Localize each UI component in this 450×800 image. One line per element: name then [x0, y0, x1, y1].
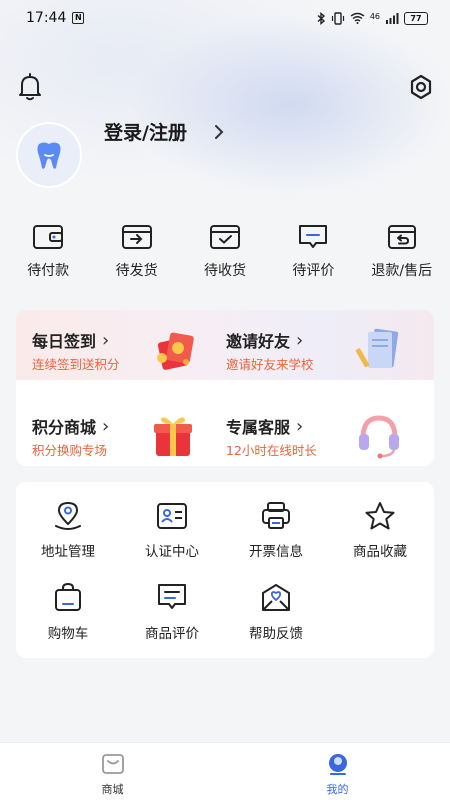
review-icon	[158, 584, 186, 609]
services-menu-card: 地址管理 认证中心 开票信息 商品收藏 购物车 商品评价 帮助反馈	[16, 482, 434, 658]
order-pending-review[interactable]: 待评价	[270, 222, 356, 282]
feedback-icon	[262, 584, 290, 611]
status-bar: 17:44 N 46 77	[0, 0, 450, 36]
tooth-icon	[37, 142, 61, 169]
menu-favorites[interactable]: 商品收藏	[328, 500, 432, 560]
promo-title: 每日签到	[32, 332, 97, 351]
order-label: 待评价	[292, 263, 335, 279]
box-check-icon	[209, 225, 240, 249]
invite-friends-entry[interactable]: 邀请好友 › 邀请好友来学校	[210, 310, 410, 380]
menu-label: 开票信息	[249, 544, 303, 560]
order-label: 待付款	[27, 263, 70, 279]
network-type-label: 46	[369, 11, 380, 21]
red-envelope-icon	[157, 332, 194, 370]
bell-icon[interactable]	[16, 72, 44, 102]
menu-help-feedback[interactable]: 帮助反馈	[224, 582, 328, 642]
tab-shop[interactable]: 商城	[0, 743, 225, 800]
points-mall-entry[interactable]: 积分商城 › 积分换购专场	[16, 396, 216, 466]
chevron-right-icon: ›	[296, 329, 304, 351]
chevron-right-icon: ›	[296, 415, 304, 437]
shopping-bag-icon	[55, 582, 81, 611]
chevron-right-icon: ›	[102, 415, 110, 437]
menu-label: 商品收藏	[353, 544, 407, 560]
menu-label: 购物车	[47, 626, 89, 642]
order-status-row: 待付款 待发货 待收货 待评价 退款/售后	[0, 222, 450, 282]
wallet-icon	[33, 225, 64, 249]
order-refund-aftersale[interactable]: 退款/售后	[359, 222, 445, 282]
location-icon	[55, 502, 81, 530]
avatar[interactable]	[16, 122, 82, 188]
menu-cart[interactable]: 购物车	[16, 582, 120, 642]
promo-title: 邀请好友	[226, 332, 291, 351]
bottom-tab-bar: 商城 我的	[0, 742, 450, 800]
wifi-icon	[350, 12, 365, 24]
daily-checkin-entry[interactable]: 每日签到 › 连续签到送积分	[16, 310, 216, 380]
order-label: 待收货	[203, 263, 246, 279]
order-pending-receipt[interactable]: 待收货	[182, 222, 268, 282]
nfc-icon: N	[72, 12, 85, 24]
printer-icon	[262, 502, 290, 529]
order-label: 退款/售后	[371, 263, 433, 279]
tab-label: 商城	[101, 783, 124, 796]
promo-subtitle: 连续签到送积分	[32, 357, 120, 372]
menu-label: 认证中心	[145, 544, 199, 560]
status-time: 17:44	[26, 10, 67, 26]
headset-icon	[359, 415, 399, 459]
promo-subtitle: 积分换购专场	[32, 443, 108, 458]
tab-mine[interactable]: 我的	[225, 743, 450, 800]
signal-icon	[386, 13, 399, 24]
order-pending-shipment[interactable]: 待发货	[94, 222, 180, 282]
menu-invoice[interactable]: 开票信息	[224, 500, 328, 560]
shop-icon	[101, 754, 124, 774]
promo-title: 专属客服	[226, 418, 291, 437]
tab-label: 我的	[326, 783, 349, 796]
promo-subtitle: 邀请好友来学校	[226, 357, 314, 372]
promo-card: 每日签到 › 连续签到送积分 邀请好友 › 邀请好友来学校 积分商城 › 积分换购专场	[16, 310, 434, 466]
menu-label: 商品评价	[145, 626, 199, 642]
settings-icon[interactable]	[407, 72, 435, 102]
battery-icon: 77	[404, 11, 428, 25]
vibrate-icon	[331, 11, 344, 25]
order-pending-payment[interactable]: 待付款	[5, 222, 91, 282]
menu-label: 帮助反馈	[249, 626, 303, 642]
return-box-icon	[387, 225, 416, 249]
menu-label: 地址管理	[41, 544, 95, 560]
star-icon	[365, 502, 395, 530]
box-arrow-icon	[121, 225, 152, 249]
chevron-right-icon[interactable]	[212, 124, 226, 140]
login-register-link[interactable]: 登录/注册	[104, 118, 187, 145]
menu-reviews[interactable]: 商品评价	[120, 582, 224, 642]
gift-box-icon	[154, 417, 192, 456]
promo-subtitle: 12小时在线时长	[226, 443, 317, 458]
bluetooth-icon	[317, 11, 325, 25]
id-card-icon	[157, 503, 187, 529]
promo-title: 积分商城	[32, 418, 97, 437]
notebook-icon	[355, 328, 399, 368]
menu-address[interactable]: 地址管理	[16, 500, 120, 560]
comment-icon	[299, 225, 328, 248]
order-label: 待发货	[115, 263, 158, 279]
profile-icon	[328, 754, 347, 775]
chevron-right-icon: ›	[102, 329, 110, 351]
customer-service-entry[interactable]: 专属客服 › 12小时在线时长	[210, 396, 410, 466]
menu-verification[interactable]: 认证中心	[120, 500, 224, 560]
